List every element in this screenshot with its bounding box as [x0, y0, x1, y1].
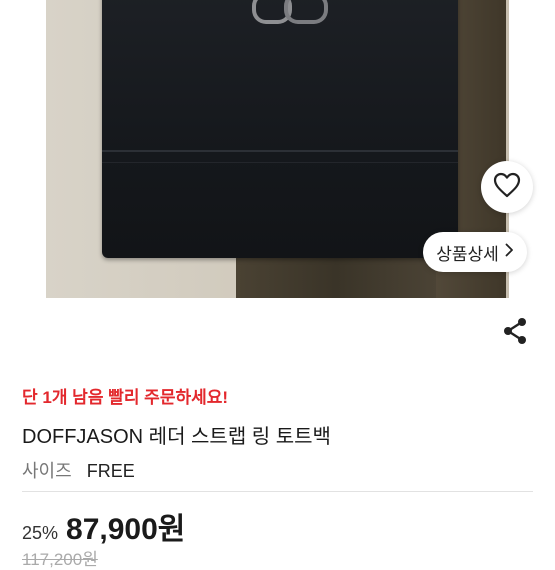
wishlist-button[interactable]: [481, 161, 533, 213]
original-price: 117,200원: [22, 550, 98, 569]
size-label: 사이즈: [22, 461, 72, 481]
product-detail-label: 상품상세: [436, 244, 499, 264]
share-icon: [502, 317, 528, 350]
bag-seam-2: [102, 162, 458, 163]
product-detail-button[interactable]: 상품상세: [423, 232, 527, 272]
stock-urgency-notice: 단 1개 남음 빨리 주문하세요!: [22, 388, 229, 407]
heart-icon: [493, 172, 521, 203]
chevron-right-icon: [505, 242, 514, 262]
product-title: DOFFJASON 레더 스트랩 링 토트백: [22, 426, 331, 448]
tote-bag-image: [102, 0, 458, 258]
divider: [22, 491, 533, 492]
sale-price: 87,900원: [66, 513, 186, 546]
bag-seam: [102, 150, 458, 152]
size-row: 사이즈 FREE: [22, 457, 135, 483]
discount-rate: 25%: [22, 523, 59, 543]
bag-ring-2: [284, 0, 328, 24]
share-button[interactable]: [500, 317, 530, 350]
price-row: 25% 87,900원: [22, 504, 185, 548]
size-value: FREE: [86, 461, 135, 481]
